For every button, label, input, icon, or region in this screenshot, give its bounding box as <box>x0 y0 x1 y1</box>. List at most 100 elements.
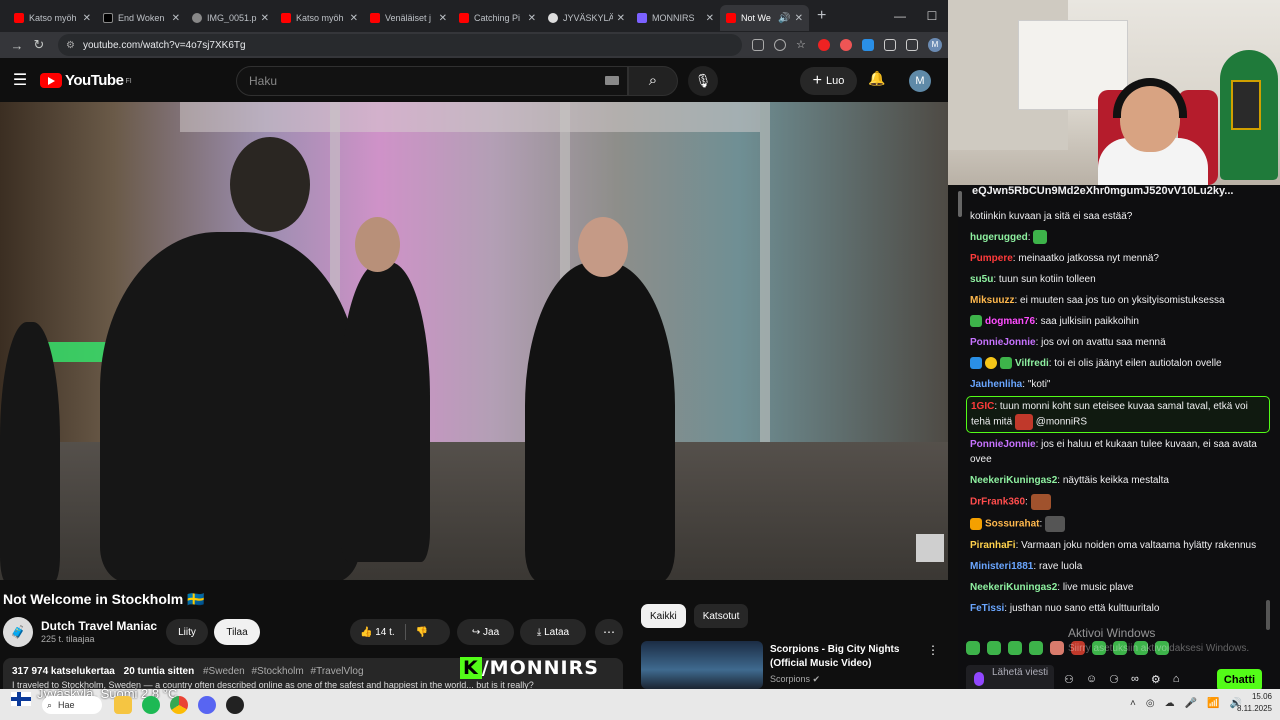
recommended-title[interactable]: Scorpions - Big City Nights (Official Mu… <box>770 643 920 671</box>
chip-watched[interactable]: Katsotut <box>693 604 749 628</box>
chat-username[interactable]: Vilfredi <box>1015 358 1049 369</box>
search-button[interactable]: ⌕ <box>628 66 678 96</box>
create-button[interactable]: + Luo <box>800 67 857 95</box>
browser-tab[interactable]: Katso myöh ✕ <box>8 5 97 31</box>
browser-tab[interactable]: Venäläiset j ✕ <box>364 5 453 31</box>
chat-username[interactable]: Jauhenliha <box>970 379 1022 390</box>
browser-tab[interactable]: JYVÄSKYLÄ ✕ <box>542 5 631 31</box>
wifi-icon[interactable]: 📶 <box>1207 698 1219 709</box>
close-tab-icon[interactable]: ✕ <box>350 13 358 24</box>
voice-search-button[interactable]: 🎙 <box>688 66 718 96</box>
profile-avatar[interactable]: M <box>928 38 942 52</box>
bookmark-star-icon[interactable]: ☆ <box>796 39 808 51</box>
new-tab-icon[interactable]: + <box>817 7 826 25</box>
emote-icon[interactable] <box>1029 641 1043 655</box>
emote-icon[interactable] <box>1050 641 1064 655</box>
close-tab-icon[interactable]: ✕ <box>261 13 269 24</box>
microphone-icon[interactable]: 🎤 <box>1185 698 1197 709</box>
chat-username[interactable]: 1GIC <box>971 401 994 412</box>
chat-username[interactable]: PonnieJonnie <box>970 337 1036 348</box>
infinity-icon[interactable]: ∞ <box>1131 673 1139 686</box>
more-actions-button[interactable]: ⋯ <box>595 619 623 645</box>
maximize-icon[interactable]: ☐ <box>916 9 948 23</box>
chat-username[interactable]: PonnieJonnie <box>970 439 1036 450</box>
subscribe-button[interactable]: Tilaa <box>214 619 260 645</box>
chat-username[interactable]: dogman76 <box>985 316 1035 327</box>
url-field[interactable]: ⚙ youtube.com/watch?v=4o7sj7XK6Tg <box>58 34 742 56</box>
store-icon[interactable]: ⌂ <box>1173 673 1180 686</box>
chat-username[interactable]: FeTissi <box>970 603 1004 614</box>
close-tab-icon[interactable]: ✕ <box>528 13 536 24</box>
media-icon[interactable] <box>906 39 918 51</box>
browser-tab[interactable]: Katso myöh ✕ <box>275 5 364 31</box>
extension-icon[interactable] <box>862 39 874 51</box>
like-button[interactable]: 👍 14 t. <box>360 627 395 638</box>
account-avatar[interactable]: M <box>909 70 931 92</box>
spotify-icon[interactable] <box>142 696 160 714</box>
hashtag-link[interactable]: #TravelVlog <box>311 666 364 677</box>
emote-icon[interactable] <box>966 641 980 655</box>
close-tab-icon[interactable]: ✕ <box>795 13 803 24</box>
send-chat-button[interactable]: Chatti <box>1217 669 1262 691</box>
extension-icon[interactable] <box>840 39 852 51</box>
cast-icon[interactable] <box>752 39 764 51</box>
emote-icon[interactable] <box>1008 641 1022 655</box>
youtube-logo[interactable]: YouTube FI <box>40 72 132 89</box>
chat-username[interactable]: Sossurahat <box>985 519 1039 530</box>
close-tab-icon[interactable]: ✕ <box>439 13 447 24</box>
recommended-channel[interactable]: Scorpions ✔ <box>770 674 820 685</box>
hashtag-link[interactable]: #Stockholm <box>251 666 303 677</box>
zoom-icon[interactable] <box>774 39 786 51</box>
discord-icon[interactable] <box>198 696 216 714</box>
forward-icon[interactable]: → <box>6 38 28 53</box>
reload-icon[interactable]: ↻ <box>28 37 50 53</box>
chat-username[interactable]: Ministeri1881 <box>970 561 1033 572</box>
obs-icon[interactable] <box>226 696 244 714</box>
network-icon[interactable]: ◎ <box>1146 698 1155 709</box>
channel-name[interactable]: Dutch Travel Maniac <box>41 619 157 633</box>
chat-username[interactable]: NeekeriKuningas2 <box>970 582 1057 593</box>
extension-red-icon[interactable] <box>818 39 830 51</box>
taskbar-search[interactable]: ⌕ Hae <box>42 696 102 714</box>
close-tab-icon[interactable]: ✕ <box>706 13 714 24</box>
emote-icon[interactable] <box>987 641 1001 655</box>
taskbar-clock[interactable]: 15.06 8.11.2025 <box>1226 691 1272 715</box>
scrollbar[interactable] <box>958 191 962 217</box>
browser-tab-active[interactable]: Not We 🔊 ✕ <box>720 5 809 31</box>
download-button[interactable]: ⤓ Lataa <box>520 619 586 645</box>
minimize-icon[interactable]: — <box>884 9 916 23</box>
gear-icon[interactable]: ⚙ <box>1151 673 1161 686</box>
chat-username[interactable]: NeekeriKuningas2 <box>970 475 1057 486</box>
site-info-icon[interactable]: ⚙ <box>66 40 75 51</box>
notifications-bell-icon[interactable]: 🔔 <box>868 70 885 87</box>
file-explorer-icon[interactable] <box>114 696 132 714</box>
puzzle-icon[interactable] <box>884 39 896 51</box>
more-vertical-icon[interactable]: ⋮ <box>927 643 939 657</box>
close-tab-icon[interactable]: ✕ <box>172 13 180 24</box>
chat-username[interactable]: DrFrank360 <box>970 497 1025 508</box>
channel-avatar[interactable]: 🧳 <box>3 617 33 647</box>
video-overlay-avatar[interactable] <box>916 534 944 562</box>
search-input[interactable]: Haku <box>236 66 628 96</box>
recommended-video[interactable]: Scorpions - Big City Nights (Official Mu… <box>641 641 948 689</box>
menu-icon[interactable]: ☰ <box>0 70 40 90</box>
chat-scrollbar[interactable] <box>1266 600 1270 630</box>
share-button[interactable]: ↪ Jaa <box>457 619 514 645</box>
recommended-thumbnail[interactable] <box>641 641 763 689</box>
close-tab-icon[interactable]: ✕ <box>83 13 91 24</box>
browser-tab[interactable]: End Woken ✕ <box>97 5 186 31</box>
browser-tab[interactable]: Catching Pi ✕ <box>453 5 542 31</box>
emoji-icon[interactable]: ☺ <box>1086 673 1097 686</box>
close-tab-icon[interactable]: ✕ <box>617 13 625 24</box>
keyboard-icon[interactable] <box>605 76 619 85</box>
mention-text[interactable]: @monniRS <box>1036 417 1087 428</box>
speaker-icon[interactable]: 🔊 <box>778 13 790 24</box>
cloud-icon[interactable]: ☁ <box>1165 698 1175 709</box>
chat-username[interactable]: hugerugged <box>970 232 1028 243</box>
browser-tab[interactable]: MONNIRS ✕ <box>631 5 720 31</box>
gamepad-icon[interactable]: ⚇ <box>1064 673 1074 686</box>
chat-username[interactable]: PiranhaFi <box>970 540 1016 551</box>
join-button[interactable]: Liity <box>166 619 208 645</box>
dislike-button[interactable]: 👎 <box>416 627 428 638</box>
chip-all[interactable]: Kaikki <box>641 604 686 628</box>
